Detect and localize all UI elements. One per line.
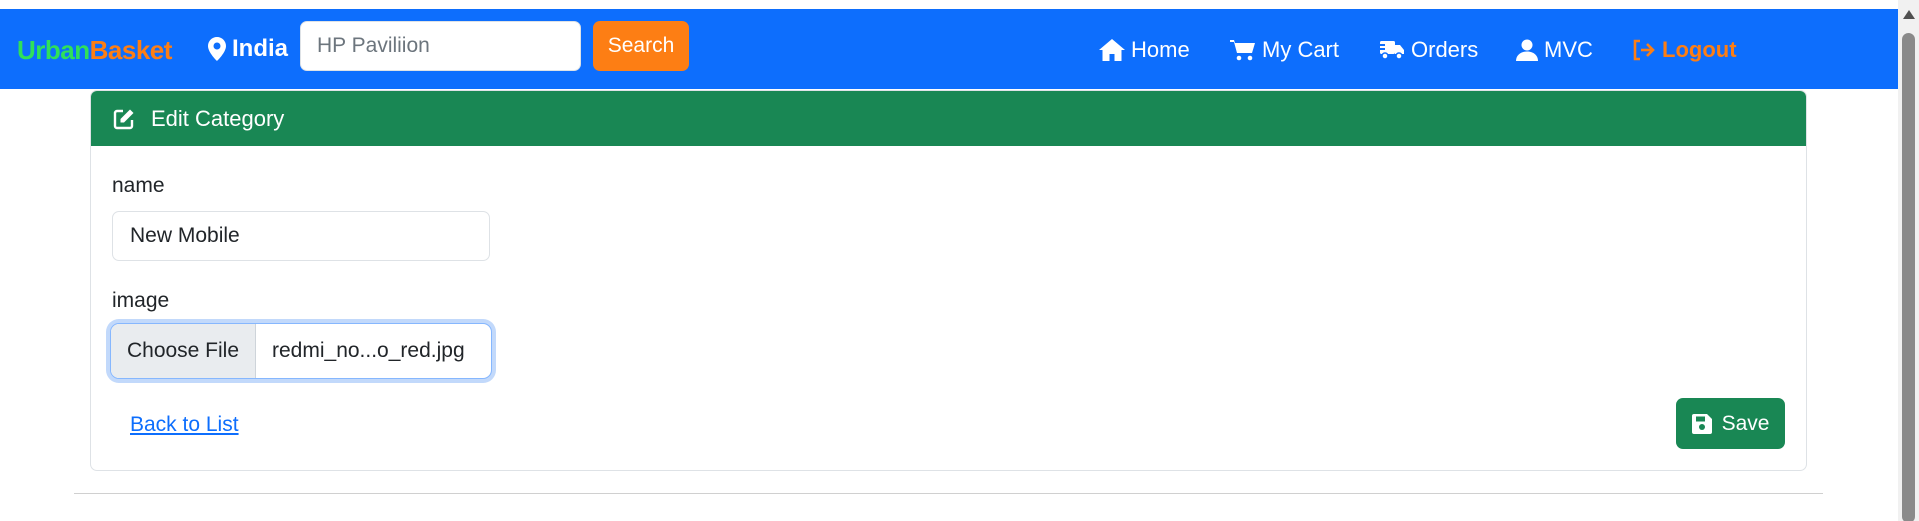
choose-file-button[interactable]: Choose File — [111, 324, 256, 378]
delivery-truck-icon — [1377, 41, 1404, 60]
scroll-thumb[interactable] — [1902, 33, 1915, 521]
nav-cart-label: My Cart — [1262, 37, 1339, 62]
divider — [74, 493, 1823, 494]
name-field[interactable] — [112, 211, 490, 261]
name-label: name — [112, 174, 165, 197]
nav-cart-link[interactable]: My Cart — [1230, 37, 1339, 63]
cart-icon — [1230, 40, 1255, 61]
save-button[interactable]: Save — [1676, 398, 1785, 449]
nav-home-label: Home — [1131, 37, 1190, 62]
nav-home-link[interactable]: Home — [1099, 37, 1190, 63]
back-to-list-link[interactable]: Back to List — [130, 413, 239, 437]
user-icon — [1516, 39, 1538, 61]
scroll-up-arrow-icon[interactable] — [1903, 10, 1915, 19]
image-file-input[interactable]: Choose File redmi_no...o_red.jpg — [110, 323, 492, 379]
navbar: UrbanBasket India Search Home My Cart — [0, 9, 1898, 89]
nav-orders-link[interactable]: Orders — [1377, 37, 1478, 63]
home-icon — [1099, 39, 1125, 61]
save-icon — [1691, 413, 1712, 434]
edit-icon — [113, 109, 134, 129]
image-label: image — [112, 289, 170, 312]
logout-icon — [1633, 39, 1655, 61]
selected-file-name: redmi_no...o_red.jpg — [272, 339, 465, 362]
nav-logout-link[interactable]: Logout — [1632, 37, 1737, 63]
save-label: Save — [1721, 411, 1770, 435]
nav-user-label: MVC — [1544, 37, 1593, 62]
nav-logout-label: Logout — [1662, 37, 1737, 62]
card-title: Edit Category — [151, 105, 285, 131]
vertical-scrollbar[interactable] — [1898, 0, 1919, 521]
card-header: Edit Category — [91, 91, 1806, 146]
nav-links: Home My Cart Orders MVC Logout — [0, 9, 1898, 89]
edit-category-card: Edit Category — [90, 90, 1807, 471]
top-strip — [0, 0, 1898, 9]
nav-orders-label: Orders — [1411, 37, 1479, 62]
nav-user-link[interactable]: MVC — [1516, 37, 1593, 63]
